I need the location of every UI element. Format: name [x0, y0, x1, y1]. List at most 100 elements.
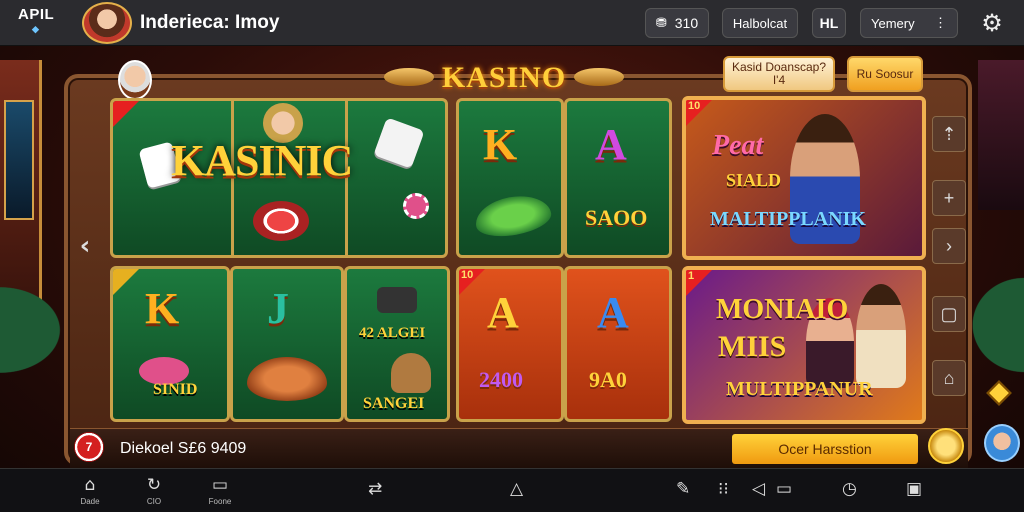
nav-chat[interactable]: ▭ Foone [200, 475, 240, 511]
tile-label: 42 ALGEI [359, 325, 426, 341]
gift-icon[interactable]: ⌂ [932, 360, 966, 396]
promo-character [856, 284, 906, 388]
game-tile-j[interactable]: J [230, 266, 344, 422]
chevron-right-icon[interactable]: › [932, 228, 966, 264]
app-title: Inderieca: Imoy [140, 12, 280, 33]
animal-icon [391, 353, 431, 393]
dealer-avatar [118, 60, 152, 100]
user-avatar[interactable] [82, 2, 132, 44]
kasino-banner: KASINO [384, 52, 624, 104]
login-label: Ru Soosur [856, 66, 914, 81]
arcade-decoration [978, 60, 1024, 210]
card-a-glyph: A [487, 288, 519, 337]
nav-label: CIO [146, 497, 162, 506]
promo-tile-1[interactable]: 10 Peat SIALD MALTIPPLANIK [682, 96, 926, 260]
hl-label: HL [819, 15, 839, 31]
banner-text: KASINO [441, 61, 567, 94]
account-label: Yemery [871, 15, 915, 31]
bottom-nav: ⌂ Dade ↻ CIO ▭ Foone ⇄ △ ✎ ⁝⁝ ◁ ▭ ◷ ▣ [0, 468, 1024, 512]
grid-icon[interactable]: ⁝⁝ [718, 479, 729, 499]
info-text: Diekoel S£6 9409 [120, 440, 247, 457]
gallery-icon[interactable]: ▣ [906, 479, 922, 499]
featured-game-tile[interactable]: KASINIC [110, 98, 448, 258]
signup-label: Kasid Doanscap? I'4 [731, 60, 827, 87]
chip-icon [403, 193, 429, 219]
home-icon: ⌂ [84, 475, 96, 495]
coins-icon: ⛃ [655, 15, 667, 30]
promo-subtitle: MIIS [718, 330, 787, 363]
top-bar: APIL ◆ Inderieca: Imoy ⛃ 310 Halbolcat H… [0, 0, 1024, 46]
balance-button[interactable]: Halbolcat [722, 8, 798, 38]
app-logo[interactable]: APIL ◆ [14, 4, 62, 42]
chip-label: 7 [85, 440, 93, 454]
leaf-icon [472, 190, 554, 242]
card-a-glyph: A [595, 120, 627, 169]
hl-button[interactable]: HL [812, 8, 846, 38]
card-j-glyph: J [267, 284, 289, 333]
shell-icon [247, 357, 327, 401]
plus-icon[interactable]: + [932, 180, 966, 216]
roulette-wheel-icon [253, 201, 309, 241]
pen-icon[interactable]: ✎ [676, 479, 690, 499]
banner-wing-left [384, 68, 434, 86]
diamond-icon[interactable] [986, 380, 1012, 406]
banner-wing-right [574, 68, 624, 86]
tile-value: SAOO [585, 205, 648, 230]
login-button[interactable]: Ru Soosur [847, 56, 923, 92]
chevron-left-icon[interactable]: ‹ [72, 226, 98, 266]
dice-icon [373, 117, 425, 169]
featured-game-title: KASINIC [171, 136, 353, 185]
chat-icon: ▭ [211, 475, 229, 495]
gold-coin-icon[interactable] [928, 428, 964, 464]
window-icon[interactable]: ▭ [776, 479, 792, 499]
card-k-glyph: K [483, 120, 518, 169]
play-icon[interactable]: ◁ [752, 479, 765, 499]
promo-title: Peat [712, 130, 764, 161]
badge-number: 1 [688, 270, 695, 282]
tile-value: 2400 [479, 367, 523, 392]
cta-button[interactable]: Ocer Harsstion [732, 434, 918, 464]
nav-home[interactable]: ⌂ Dade [70, 475, 110, 511]
nav-refresh[interactable]: ↻ CIO [134, 475, 174, 511]
game-tile-k[interactable]: K [456, 98, 564, 258]
more-vertical-icon: ⋮ [934, 15, 947, 30]
table-felt-decoration [964, 270, 1024, 380]
game-tile-a-blue[interactable]: A 9A0 [564, 266, 672, 422]
promo-title: MONIAIO [716, 294, 849, 325]
tile-label: SANGEI [363, 395, 425, 412]
nav-label: Dade [80, 497, 100, 506]
badge-number: 10 [688, 100, 701, 112]
nav-label: Foone [208, 497, 232, 506]
tile-label: SINID [153, 381, 198, 398]
game-tile-k2[interactable]: K SINID [110, 266, 230, 422]
badge-number: 10 [461, 269, 474, 281]
scroll-up-icon[interactable]: ⇡ [932, 116, 966, 152]
promo-multiplayer: MULTIPPANUR [726, 378, 873, 400]
corner-badge [113, 101, 139, 127]
cta-label: Ocer Harsstion [778, 441, 872, 457]
signup-button[interactable]: Kasid Doanscap? I'4 [723, 56, 835, 92]
tool-icon [377, 287, 417, 313]
panel-icon[interactable]: ▢ [932, 296, 966, 332]
game-tile-algei[interactable]: 42 ALGEI SANGEI [344, 266, 450, 422]
coins-counter[interactable]: ⛃ 310 [645, 8, 709, 38]
clock-icon[interactable]: ◷ [842, 479, 857, 499]
triangle-icon[interactable]: △ [510, 479, 523, 499]
promo-multiplayer: MALTIPPLANIK [710, 208, 866, 230]
account-menu[interactable]: Yemery ⋮ [860, 8, 958, 38]
card-a-glyph: A [597, 288, 629, 337]
casino-app: APIL ◆ Inderieca: Imoy ⛃ 310 Halbolcat H… [0, 0, 1024, 512]
promo-tile-2[interactable]: 1 MONIAIO MIIS MULTIPPANUR [682, 266, 926, 424]
logo-text: APIL [18, 6, 55, 23]
game-tile-a-orange[interactable]: 10 A 2400 [456, 266, 564, 422]
coins-value: 310 [674, 15, 699, 31]
gear-icon[interactable]: ⚙ [978, 10, 1006, 38]
card-k-glyph: K [145, 284, 180, 333]
slot-machine-decoration [0, 60, 42, 300]
chip-badge[interactable]: 7 [74, 432, 104, 462]
refresh-icon: ↻ [146, 475, 162, 495]
profile-avatar[interactable] [984, 424, 1020, 462]
shuffle-icon[interactable]: ⇄ [368, 479, 382, 499]
tile-value: 9A0 [589, 367, 627, 392]
game-tile-a[interactable]: A SAOO [564, 98, 672, 258]
